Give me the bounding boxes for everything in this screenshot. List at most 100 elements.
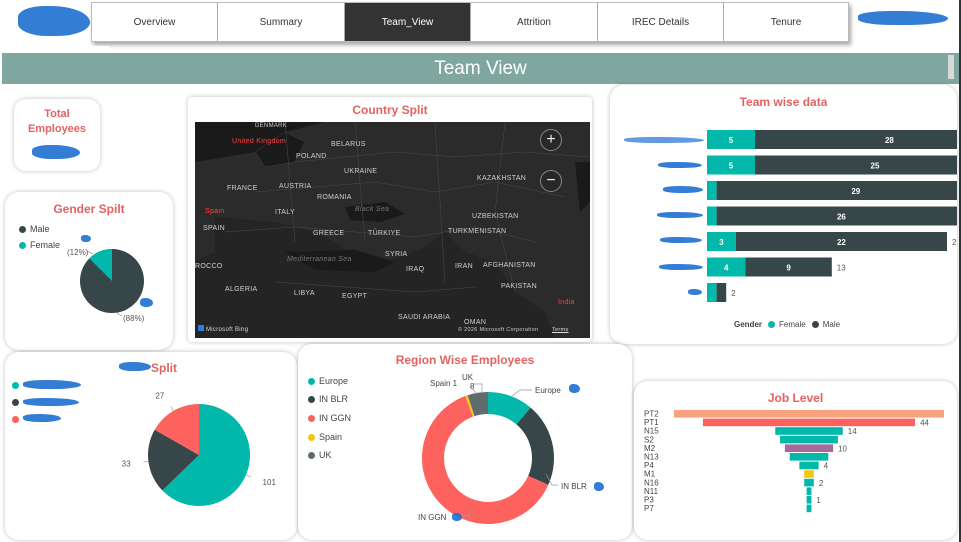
region-callout-spain: Spain 1 [430, 379, 458, 388]
team-bar-male-6[interactable] [716, 283, 727, 302]
redacted-male-count [140, 298, 153, 307]
map-label-oman: OMAN [464, 319, 487, 326]
team-legend: Gender Female Male [734, 320, 840, 329]
region-card: Region Wise Employees Europe IN BLR IN G… [298, 344, 632, 540]
region-callout-in-ggn: IN GGN [418, 513, 447, 522]
map-label-austria: AUSTRIA [279, 183, 312, 190]
redacted-team-3 [657, 212, 703, 218]
job-value-m2: 10 [838, 444, 847, 453]
page-title-band: Team View [2, 53, 959, 84]
gender-split-card: Gender Spilt Male Female (12%) (88%) [5, 192, 173, 350]
map-label-saudi: SAUDI ARABIA [398, 314, 451, 321]
map-label-romania: ROMANIA [317, 194, 352, 201]
split-label-0: 101 [263, 478, 277, 487]
team-legend-female[interactable]: Female [779, 320, 806, 329]
tab-overview[interactable]: Overview [92, 3, 218, 41]
team-wise-card: Team wise data 5283352530293026273222549… [610, 85, 957, 344]
tab-tenure[interactable]: Tenure [724, 3, 848, 41]
map-label-uk[interactable]: United Kingdom [232, 138, 286, 145]
job-value-n16: 2 [819, 479, 824, 488]
redacted-ggn-count [452, 513, 462, 521]
split-card: Split 101 33 27 [5, 352, 297, 540]
job-bar-p3[interactable] [806, 496, 812, 504]
split-label-2: 27 [155, 391, 164, 400]
map-copyright: © 2026 Microsoft Corporation [458, 327, 539, 333]
team-female-label-5: 4 [724, 264, 729, 273]
tab-irec-details[interactable]: IREC Details [598, 3, 724, 41]
team-total-label-6: 2 [731, 289, 736, 298]
map-label-spain-bubble[interactable]: Spain [205, 208, 224, 215]
total-employees-card: Total Employees [14, 99, 100, 171]
team-male-label-5: 9 [786, 264, 791, 273]
split-pie-chart[interactable]: 101 33 27 [5, 352, 297, 540]
region-donut-chart[interactable]: UK 8 Spain 1 Europe IN BLR IN GGN [298, 344, 632, 540]
job-bar-s2[interactable] [780, 435, 838, 444]
total-employees-title: Total Employees [27, 108, 87, 135]
team-total-label-5: 13 [837, 264, 846, 273]
map-bing-logo: Microsoft Bing [198, 325, 248, 333]
map-label-iran: IRAN [455, 263, 473, 270]
job-value-p3: 1 [816, 496, 821, 505]
map-terms-link[interactable]: Terms [552, 327, 568, 333]
job-bar-pt1[interactable] [702, 418, 916, 427]
redacted-total-value [32, 145, 80, 159]
redacted-team-5 [659, 264, 703, 270]
map-zoom-out-button[interactable]: − [540, 170, 562, 192]
job-bar-n15[interactable] [775, 427, 843, 435]
tab-team-view[interactable]: Team_View [345, 3, 471, 41]
map-label-uzbekistan: UZBEKISTAN [472, 213, 519, 220]
map-label-italy: ITALY [275, 209, 295, 216]
team-bar-female-6[interactable] [707, 283, 717, 302]
redacted-team-0 [624, 137, 704, 143]
map-label-algeria: ALGERIA [225, 286, 258, 293]
team-bar-male-2[interactable] [716, 181, 957, 200]
map-label-denmark: DENMARK [255, 123, 288, 129]
job-bar-n13[interactable] [789, 453, 829, 461]
tab-summary[interactable]: Summary [218, 3, 345, 41]
redacted-team-1 [658, 162, 702, 168]
job-level-p7: P7 [644, 504, 654, 513]
split-leader-1 [143, 461, 149, 463]
map-label-belarus: BELARUS [331, 141, 366, 148]
region-callout-in-blr: IN BLR [561, 482, 587, 491]
map-label-afghanistan: AFGHANISTAN [483, 262, 536, 269]
map-label-greece: GREECE [313, 230, 345, 237]
job-bar-p4[interactable] [799, 461, 819, 470]
scrollbar-thumb[interactable] [948, 55, 954, 79]
map-zoom-in-button[interactable]: + [540, 129, 562, 151]
team-female-label-0: 5 [729, 136, 734, 145]
job-value-pt1: 44 [920, 419, 929, 428]
team-bar-male-1[interactable] [755, 155, 957, 175]
map-label-syria: SYRIA [385, 251, 408, 258]
map-label-kazakhstan: KAZAKHSTAN [477, 175, 527, 182]
country-split-title: Country Split [352, 103, 428, 117]
team-legend-male[interactable]: Male [823, 320, 840, 329]
bing-logo-icon [198, 325, 204, 331]
map-label-black-sea: Black Sea [355, 206, 390, 213]
tab-attrition[interactable]: Attrition [471, 3, 598, 41]
team-female-label-1: 5 [729, 162, 734, 171]
team-bar-female-2[interactable] [707, 181, 717, 200]
team-legend-female-dot [768, 321, 776, 328]
job-bar-n16[interactable] [804, 478, 814, 487]
redacted-blr-count [594, 482, 604, 491]
map-label-med-sea: Mediterranean Sea [287, 256, 352, 263]
job-bar-m2[interactable] [784, 444, 834, 452]
split-leader-0 [245, 474, 251, 478]
job-bar-n11[interactable] [806, 487, 812, 495]
region-slice-in-blr[interactable] [516, 407, 554, 485]
team-bar-male-0[interactable] [755, 130, 957, 149]
team-male-label-2: 29 [851, 187, 860, 196]
job-funnel-chart[interactable]: PT2PT1 44N15 14S2M2 10N13P4 4M1N16 2N11P3 1P7 [634, 381, 957, 540]
gender-pie-chart[interactable]: (12%) (88%) [5, 192, 173, 350]
map-label-india[interactable]: India [558, 299, 575, 306]
job-bar-m1[interactable] [804, 470, 814, 478]
team-bar-female-3[interactable] [707, 206, 717, 226]
job-bar-p7[interactable] [806, 504, 812, 513]
job-value-n15: 14 [848, 427, 857, 436]
country-map[interactable]: DENMARK United Kingdom BELARUS POLAND UK… [195, 122, 590, 338]
page-title: Team View [434, 57, 527, 79]
job-bar-pt2[interactable] [674, 410, 944, 418]
male-leader [114, 311, 123, 317]
map-label-iraq: IRAQ [406, 266, 425, 273]
